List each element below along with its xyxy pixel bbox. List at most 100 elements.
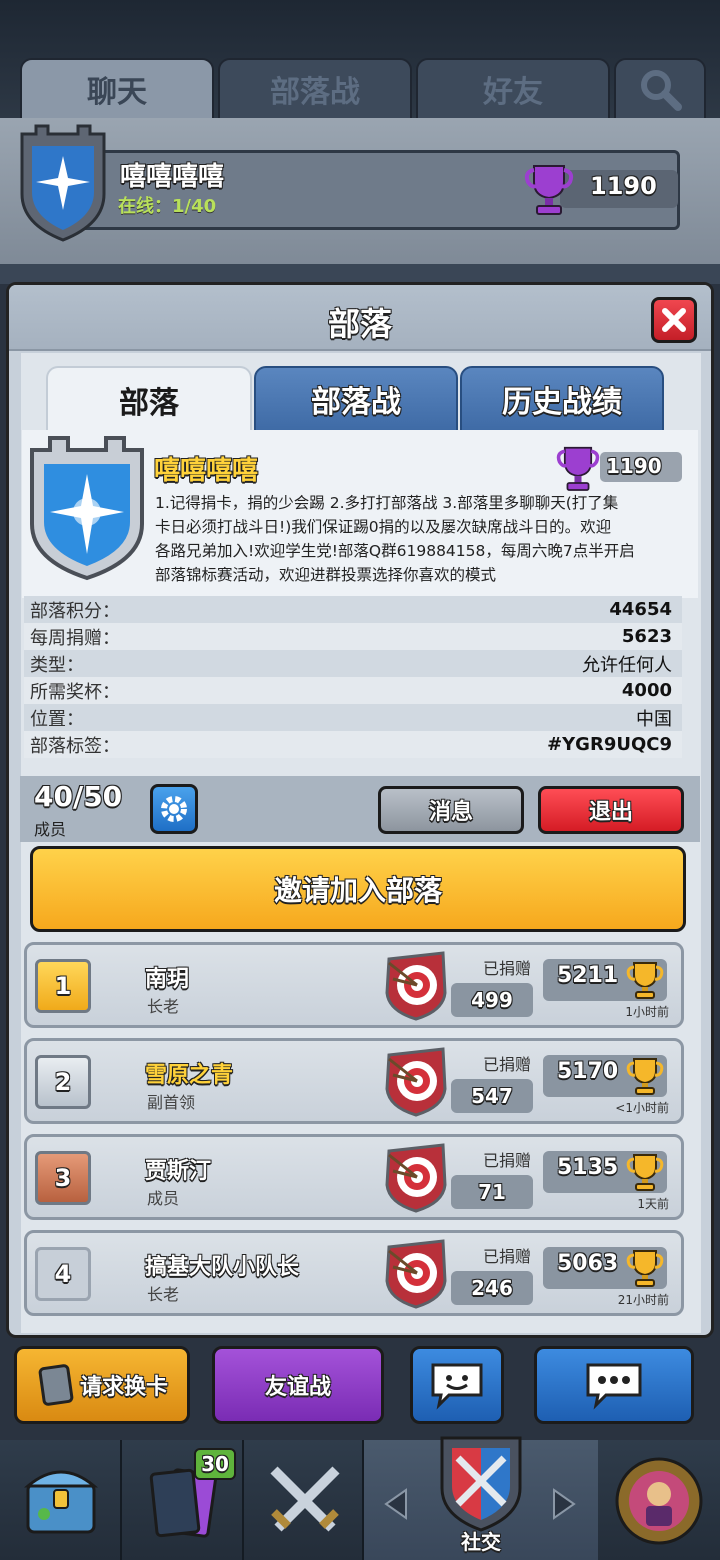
invite-button-label: 邀请加入部落: [273, 874, 442, 907]
close-icon: [662, 308, 686, 332]
info-value: 允许任何人: [582, 654, 672, 676]
member-row[interactable]: 4 搞基大队小队长 长老 已捐赠 246 5063 21小时前: [24, 1230, 684, 1316]
card-badge: 30: [194, 1448, 236, 1480]
message-button-label: 消息: [428, 800, 473, 825]
request-cards-button[interactable]: 请求换卡: [14, 1346, 190, 1424]
donated-value: 71: [451, 1175, 533, 1209]
last-seen: 21小时前: [617, 1293, 669, 1307]
donated-label: 已捐赠: [482, 1151, 531, 1170]
member-role: 成员: [147, 1189, 180, 1208]
gold-trophy-icon: [626, 962, 664, 999]
member-row[interactable]: 1 南玥 长老 已捐赠 499 5211 1小时前: [24, 942, 684, 1028]
clan-badge-large-icon: [30, 436, 144, 581]
member-role: 长老: [147, 1285, 180, 1304]
tab-war-history-label: 历史战绩: [502, 385, 622, 420]
donated-value: 246: [451, 1271, 533, 1305]
clan-strip-online: 在线：1/40: [118, 196, 217, 217]
donated-label: 已捐赠: [482, 1055, 531, 1074]
rank-badge: 4: [35, 1247, 91, 1301]
settings-button[interactable]: [150, 784, 198, 834]
member-trophies: 5063: [557, 1251, 619, 1276]
member-label: 成员: [34, 820, 67, 839]
tournament-crest-icon: [615, 1457, 703, 1545]
clan-strip-trophies: 1190: [590, 172, 657, 200]
member-name: 搞基大队小队长: [145, 1255, 300, 1280]
card-icon: [38, 1364, 74, 1406]
member-name: 贾斯汀: [145, 1159, 212, 1184]
info-value: 中国: [636, 708, 672, 730]
leave-button-label: 退出: [588, 800, 633, 825]
clan-strip-name: 嘻嘻嘻嘻: [120, 162, 225, 192]
gold-trophy-icon: [626, 1154, 664, 1191]
member-row[interactable]: 3 贾斯汀 成员 已捐赠 71 5135 1天前: [24, 1134, 684, 1220]
clan-trophy-icon: [556, 446, 600, 491]
member-name: 南玥: [145, 967, 190, 992]
info-value: 4000: [621, 680, 672, 701]
info-value: 44654: [609, 599, 672, 620]
info-label: 类型：: [30, 654, 84, 676]
chevron-right-icon: [553, 1488, 576, 1520]
info-row-location: 位置： 中国: [24, 704, 682, 731]
tab-chat[interactable]: 聊天: [20, 58, 214, 120]
trophy-icon: [524, 165, 574, 215]
tab-clan-info[interactable]: 部落: [46, 366, 252, 432]
strip-divider: [0, 264, 720, 284]
nav-social-label: 社交: [461, 1530, 501, 1554]
info-row-clan-tag[interactable]: 部落标签： #YGR9UQC9: [24, 731, 682, 758]
info-label: 部落标签：: [30, 735, 120, 757]
tab-clan-war-inner[interactable]: 部落战: [254, 366, 458, 432]
friendly-battle-button[interactable]: 友谊战: [212, 1346, 384, 1424]
message-button[interactable]: 消息: [378, 786, 524, 834]
tab-friends[interactable]: 好友: [416, 58, 610, 120]
crossed-swords-icon: [270, 1466, 340, 1532]
last-seen: 1天前: [637, 1197, 669, 1211]
member-role: 副首领: [147, 1093, 196, 1112]
rank-badge: 3: [35, 1151, 91, 1205]
invite-button[interactable]: 邀请加入部落: [30, 846, 686, 932]
description-line: 部落锦标赛活动，欢迎进群投票选择你喜欢的模式: [155, 566, 497, 584]
search-button[interactable]: [614, 58, 706, 120]
donated-label: 已捐赠: [482, 959, 531, 978]
clan-war-target-icon: [385, 1047, 447, 1117]
close-button[interactable]: [651, 297, 697, 343]
tab-chat-label: 聊天: [87, 75, 147, 110]
nav-events[interactable]: [598, 1440, 720, 1560]
clan-war-target-icon: [385, 1143, 447, 1213]
donated-label: 已捐赠: [482, 1247, 531, 1266]
leave-button[interactable]: 退出: [538, 786, 684, 834]
emote-button[interactable]: [410, 1346, 504, 1424]
description-line: 各路兄弟加入!欢迎学生党!部落Q群619884158，每周六晚7点半开启: [155, 542, 635, 560]
treasure-chest-icon: [23, 1470, 99, 1534]
description-line: 1.记得捐卡，捐的少会踢 2.多打打部落战 3.部落里多聊聊天(打了集: [155, 494, 619, 512]
info-row-clan-score: 部落积分： 44654: [24, 596, 682, 623]
info-value: 5623: [621, 626, 672, 647]
member-role: 长老: [147, 997, 180, 1016]
clan-shield-icon: [440, 1436, 522, 1532]
tab-clan-war[interactable]: 部落战: [218, 58, 412, 120]
nav-battle[interactable]: [244, 1440, 364, 1560]
clan-tag-value[interactable]: #YGR9UQC9: [547, 734, 672, 755]
last-seen: 1小时前: [625, 1005, 669, 1019]
tab-clan-war-inner-label: 部落战: [311, 385, 401, 420]
chat-icon: [586, 1363, 642, 1410]
info-row-type: 类型： 允许任何人: [24, 650, 682, 677]
clan-badge-icon: [20, 124, 106, 242]
emote-chat-icon: [431, 1363, 483, 1410]
member-trophies: 5170: [557, 1059, 619, 1084]
clan-description: 1.记得捐卡，捐的少会踢 2.多打打部落战 3.部落里多聊聊天(打了集 卡日必须…: [155, 491, 685, 587]
nav-cards[interactable]: 30: [122, 1440, 244, 1560]
info-label: 部落积分：: [30, 600, 120, 622]
friendly-battle-label: 友谊战: [264, 1375, 331, 1400]
last-seen: <1小时前: [615, 1101, 669, 1115]
member-count: 40/50: [34, 780, 123, 813]
gold-trophy-icon: [626, 1058, 664, 1095]
chat-button[interactable]: [534, 1346, 694, 1424]
tab-war-history[interactable]: 历史战绩: [460, 366, 664, 432]
nav-social[interactable]: 社交: [364, 1436, 598, 1560]
clan-war-target-icon: [385, 951, 447, 1021]
nav-shop[interactable]: [0, 1440, 122, 1560]
member-row[interactable]: 2 雪原之青 副首领 已捐赠 547 5170 <1小时前: [24, 1038, 684, 1124]
info-row-required-trophies: 所需奖杯： 4000: [24, 677, 682, 704]
member-trophies: 5211: [557, 963, 619, 988]
gold-trophy-icon: [626, 1250, 664, 1287]
